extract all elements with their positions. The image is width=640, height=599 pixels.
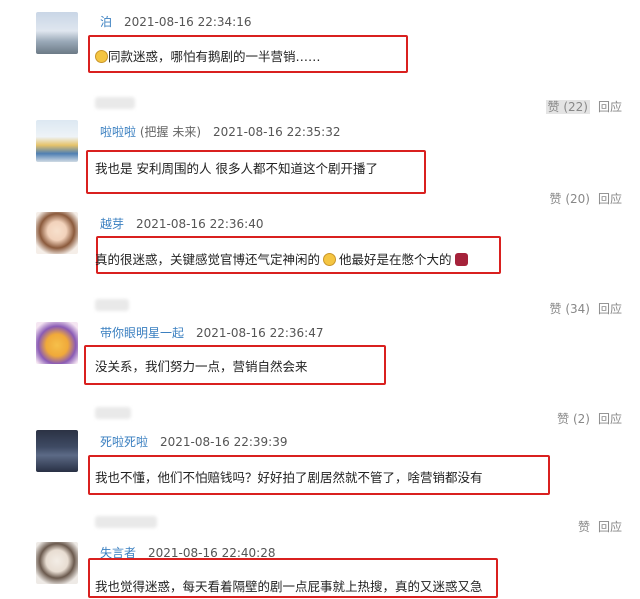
blurred-reply <box>95 299 129 311</box>
comment-text: 没关系，我们努力一点，营销自然会来 <box>95 359 308 374</box>
like-button[interactable]: 赞 (2) <box>557 412 590 426</box>
avatar[interactable] <box>36 120 78 162</box>
comment-time: 2021-08-16 22:36:40 <box>136 217 264 231</box>
avatar[interactable] <box>36 322 78 364</box>
reply-link[interactable]: 回应 <box>598 192 622 206</box>
comment-actions: 赞 (22) 回应 <box>538 98 622 115</box>
comment-meta: 越芽 2021-08-16 22:36:40 <box>100 215 263 232</box>
reply-link[interactable]: 回应 <box>598 100 622 114</box>
comment-meta: 泊 2021-08-16 22:34:16 <box>100 13 251 30</box>
avatar[interactable] <box>36 430 78 472</box>
comment-time: 2021-08-16 22:39:39 <box>160 435 288 449</box>
anger-emoji-icon <box>454 253 468 266</box>
username-link[interactable]: 泊 <box>100 15 112 29</box>
username-link[interactable]: 死啦死啦 <box>100 435 148 449</box>
like-button[interactable]: 赞 (34) <box>550 302 590 316</box>
username-link[interactable]: 越芽 <box>100 217 124 231</box>
like-button[interactable]: 赞 (20) <box>550 192 590 206</box>
comment-text: 我也是 安利周围的人 很多人都不知道这个剧开播了 <box>95 161 378 176</box>
comment-meta: 带你眼明星一起 2021-08-16 22:36:47 <box>100 324 323 341</box>
avatar[interactable] <box>36 212 78 254</box>
comment-text: 同款迷惑，哪怕有鹅剧的一半营销…… <box>95 46 321 65</box>
comment-meta: 啦啦啦 (把握 未来) 2021-08-16 22:35:32 <box>100 123 340 140</box>
comment-time: 2021-08-16 22:35:32 <box>213 125 341 139</box>
username-link[interactable]: 啦啦啦 <box>100 125 136 139</box>
comment-text: 我也不懂，他们不怕赔钱吗？好好拍了剧居然就不管了，啥营销都没有 <box>95 470 483 485</box>
comment-actions: 赞 (2) 回应 <box>549 410 622 427</box>
comment-time: 2021-08-16 22:36:47 <box>196 326 324 340</box>
comment-actions: 赞 (20) 回应 <box>542 190 623 207</box>
reply-link[interactable]: 回应 <box>598 412 622 426</box>
like-button[interactable]: 赞 (22) <box>545 100 590 114</box>
blurred-reply <box>95 407 131 419</box>
smile-emoji-icon <box>95 50 108 63</box>
avatar[interactable] <box>36 12 78 54</box>
comment-meta: 死啦死啦 2021-08-16 22:39:39 <box>100 433 287 450</box>
reply-link[interactable]: 回应 <box>598 302 622 316</box>
comment-time: 2021-08-16 22:34:16 <box>124 15 252 29</box>
comment-actions: 赞 (34) 回应 <box>542 300 623 317</box>
comment-text: 我也觉得迷惑，每天看着隔壁的剧一点屁事就上热搜，真的又迷惑又急 <box>95 579 483 594</box>
username-link[interactable]: 带你眼明星一起 <box>100 326 184 340</box>
blurred-reply <box>95 97 135 109</box>
blurred-reply <box>95 516 157 528</box>
comment-actions: 赞回应 <box>570 518 622 535</box>
avatar[interactable] <box>36 542 78 584</box>
like-button[interactable]: 赞 <box>578 520 590 534</box>
tongue-emoji-icon <box>323 253 337 266</box>
reply-link[interactable]: 回应 <box>598 520 622 534</box>
user-note: (把握 未来) <box>139 125 202 139</box>
comment-text: 真的很迷惑，关键感觉官博还气定神闲的 他最好是在憋个大的 <box>95 249 468 268</box>
